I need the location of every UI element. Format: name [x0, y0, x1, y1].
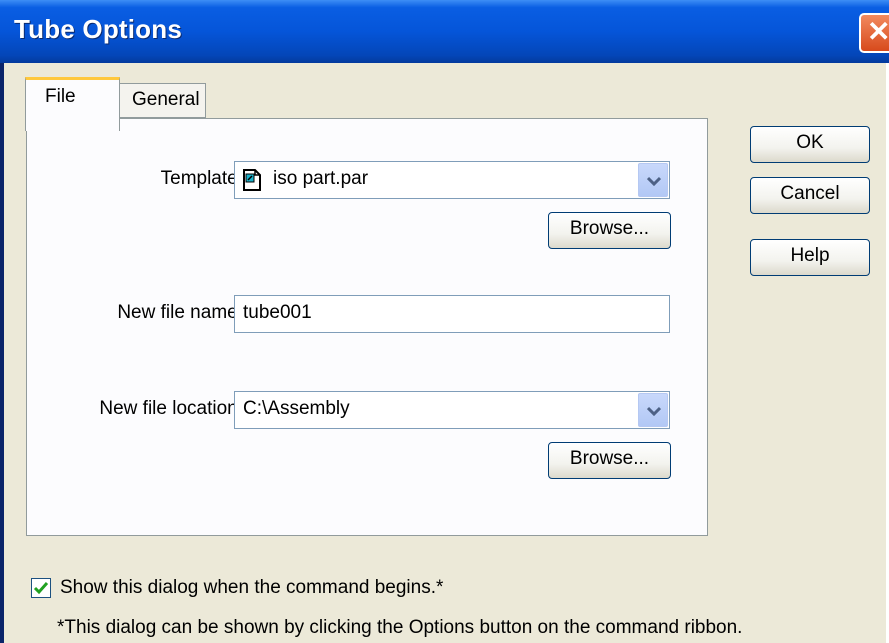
template-value: iso part.par [273, 168, 369, 189]
cancel-button[interactable]: Cancel [750, 177, 870, 214]
file-tab-panel: Template: iso part.par Browse... New fil… [26, 118, 708, 536]
new-file-name-value: tube001 [243, 302, 312, 323]
tab-general-label: General [132, 89, 200, 110]
options-footnote: *This dialog can be shown by clicking th… [57, 617, 743, 638]
part-document-icon [240, 168, 264, 197]
template-dropdown-button[interactable] [638, 163, 668, 197]
location-browse-label: Browse... [569, 448, 650, 469]
dialog-title: Tube Options [14, 14, 183, 44]
chevron-down-icon [647, 406, 661, 416]
close-icon: ✕ [867, 16, 889, 47]
tube-options-dialog: Tube Options ✕ General File Template: is… [0, 0, 889, 643]
new-file-location-value: C:\Assembly [243, 398, 350, 419]
cancel-label: Cancel [780, 183, 840, 204]
dialog-body: General File Template: iso part.par Brow… [4, 63, 886, 643]
help-button[interactable]: Help [750, 239, 870, 276]
new-file-location-label: New file location: [99, 398, 243, 419]
tab-general[interactable]: General [117, 83, 206, 118]
new-file-location-dropdown[interactable]: C:\Assembly [234, 391, 670, 429]
location-browse-button[interactable]: Browse... [548, 442, 671, 479]
ok-label: OK [796, 132, 824, 153]
template-dropdown[interactable]: iso part.par [234, 161, 670, 199]
title-bar[interactable]: Tube Options ✕ [0, 0, 889, 63]
chevron-down-icon [647, 176, 661, 186]
tab-file[interactable]: File [25, 77, 120, 131]
template-browse-button[interactable]: Browse... [548, 212, 671, 249]
tab-file-label: File [45, 86, 76, 107]
show-dialog-label[interactable]: Show this dialog when the command begins… [60, 577, 443, 599]
show-dialog-checkbox[interactable] [31, 578, 51, 598]
template-browse-label: Browse... [569, 218, 650, 239]
close-button[interactable]: ✕ [859, 13, 889, 53]
template-label: Template: [160, 168, 243, 189]
checkmark-icon [33, 582, 49, 595]
location-dropdown-button[interactable] [638, 393, 668, 427]
ok-button[interactable]: OK [750, 126, 870, 163]
new-file-name-field[interactable]: tube001 [234, 295, 670, 333]
help-label: Help [790, 245, 830, 266]
new-file-name-label: New file name: [117, 302, 243, 323]
